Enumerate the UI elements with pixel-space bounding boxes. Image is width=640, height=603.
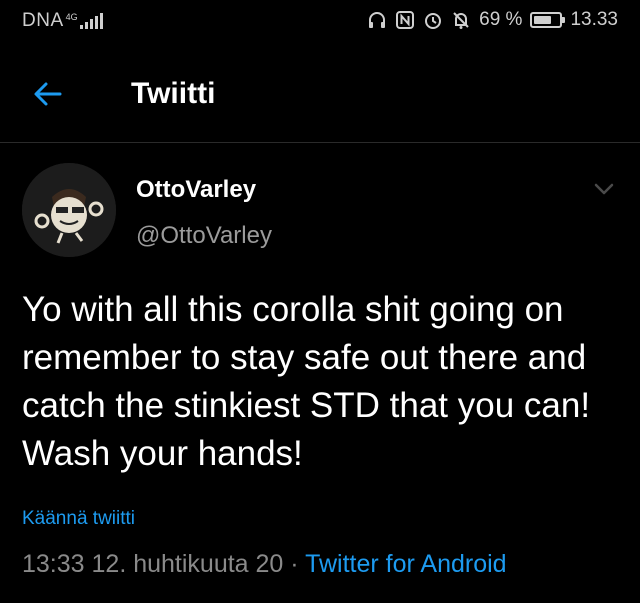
notifications-off-icon xyxy=(453,12,469,29)
carrier-name: DNA xyxy=(22,10,64,31)
status-bar-left: DNA 4G xyxy=(22,10,103,32)
tweet-source-link[interactable]: Twitter for Android xyxy=(305,550,506,578)
page-title: Twiitti xyxy=(131,77,216,110)
app-header: Twiitti xyxy=(0,44,640,144)
headphones-icon xyxy=(369,12,386,28)
tweet-meta: 13:33 12. huhtikuuta 20 · Twitter for An… xyxy=(22,550,507,579)
clock: 13.33 xyxy=(570,9,618,30)
battery-icon xyxy=(530,12,566,28)
network-type: 4G xyxy=(65,12,78,22)
alarm-icon xyxy=(425,13,442,29)
battery-percent: 69 % xyxy=(479,9,523,30)
avatar-illustration xyxy=(22,163,116,257)
avatar[interactable] xyxy=(22,163,116,257)
header-divider xyxy=(0,142,640,143)
author-name[interactable]: OttoVarley xyxy=(136,176,256,204)
author-handle[interactable]: @OttoVarley xyxy=(136,222,272,250)
nfc-icon xyxy=(396,11,415,29)
chevron-down-icon[interactable] xyxy=(592,180,616,198)
signal-icon xyxy=(79,13,103,29)
meta-separator: · xyxy=(283,550,306,578)
tweet-text: Yo with all this corolla shit going on r… xyxy=(22,290,591,473)
back-arrow-icon[interactable] xyxy=(30,76,66,112)
status-bar-right: 69 % 13.33 xyxy=(367,9,618,31)
tweet-timestamp: 13:33 12. huhtikuuta 20 xyxy=(22,550,284,578)
status-bar: DNA 4G 69 % 13.33 xyxy=(0,0,640,44)
translate-tweet-link[interactable]: Käännä twiitti xyxy=(22,508,135,530)
